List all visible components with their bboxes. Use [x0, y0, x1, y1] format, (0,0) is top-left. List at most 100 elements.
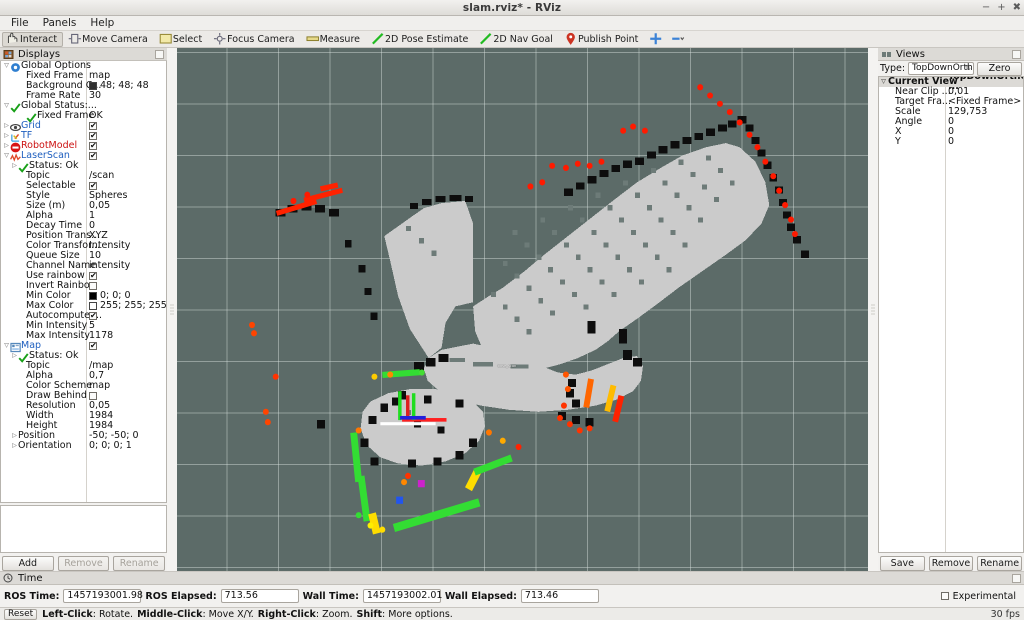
- render-viewport[interactable]: base_scan: [177, 48, 868, 571]
- chevron-right-icon[interactable]: ▷: [11, 161, 18, 171]
- menu-item-help[interactable]: Help: [83, 16, 121, 31]
- color-swatch[interactable]: [89, 302, 97, 310]
- tool-measure-button[interactable]: Measure: [302, 32, 366, 47]
- chevron-right-icon[interactable]: ▷: [11, 431, 18, 441]
- experimental-checkbox[interactable]: [941, 592, 949, 600]
- chevron-right-icon[interactable]: ▷: [11, 351, 18, 361]
- hint-text: : Rotate.: [93, 609, 133, 620]
- tool-minus-dropdown-button[interactable]: [667, 32, 688, 47]
- chevron-down-icon[interactable]: ▽: [3, 151, 10, 161]
- measure-icon: [306, 32, 317, 46]
- views-float-button[interactable]: [1012, 50, 1021, 59]
- tf-frame-label: base_scan: [498, 364, 517, 368]
- display-enable-checkbox[interactable]: [89, 392, 97, 400]
- time-field-label: ROS Time:: [4, 591, 59, 602]
- display-enable-checkbox[interactable]: [89, 132, 97, 140]
- views-panel: Views Type: TopDownOrtho Zero ▽Current V…: [878, 48, 1024, 571]
- tool-select-button[interactable]: Select: [155, 32, 208, 47]
- remove-display-button[interactable]: Remove: [58, 556, 110, 571]
- hint-text: : Zoom.: [316, 609, 353, 620]
- tool-label: 2D Nav Goal: [493, 34, 553, 45]
- zero-button[interactable]: Zero: [977, 62, 1022, 76]
- display-row-value: [89, 132, 97, 140]
- display-enable-checkbox[interactable]: [89, 182, 97, 190]
- reset-button[interactable]: Reset: [4, 609, 37, 620]
- time-field-input[interactable]: 1457193001.98: [63, 589, 141, 603]
- close-icon[interactable]: ✖: [1013, 3, 1021, 13]
- display-value-text: /scan: [89, 171, 114, 181]
- display-row-value: [89, 182, 97, 190]
- time-field-input[interactable]: 713.56: [221, 589, 299, 603]
- display-value-text: OK: [89, 111, 103, 121]
- display-row-value: 0; 0; 0; 1: [89, 441, 132, 451]
- publish-point-icon: [564, 32, 575, 46]
- time-field-label: ROS Elapsed:: [145, 591, 216, 602]
- remove-view-button[interactable]: Remove: [929, 556, 974, 571]
- display-enable-checkbox[interactable]: [89, 312, 97, 320]
- display-row[interactable]: ▽Map: [1, 341, 166, 351]
- color-swatch[interactable]: [89, 82, 97, 90]
- check-icon: [10, 102, 19, 111]
- chevron-right-icon[interactable]: ▷: [3, 131, 10, 141]
- hand-icon: [6, 32, 17, 46]
- time-field-input[interactable]: 713.46: [521, 589, 599, 603]
- occupancy-grid-map: [177, 48, 868, 571]
- rename-view-button[interactable]: Rename: [977, 556, 1022, 571]
- left-splitter[interactable]: [167, 48, 177, 571]
- menu-item-file[interactable]: File: [4, 16, 36, 31]
- view-type-select[interactable]: TopDownOrtho: [908, 62, 974, 75]
- tool-move-camera-button[interactable]: Move Camera: [64, 32, 154, 47]
- display-row-value: intensity: [89, 261, 130, 271]
- display-row[interactable]: ▽LaserScan: [1, 151, 166, 161]
- display-row-value: [89, 312, 97, 320]
- views-panel-title: Views: [896, 49, 925, 60]
- display-row[interactable]: ▷Orientation0; 0; 0; 1: [1, 441, 166, 451]
- display-enable-checkbox[interactable]: [89, 342, 97, 350]
- display-row-value: [89, 392, 97, 400]
- view-property-row[interactable]: Y0: [879, 137, 1023, 147]
- pose-estimate-icon: [371, 32, 382, 46]
- view-property-value: 0: [948, 137, 954, 147]
- tool-focus-camera-button[interactable]: Focus Camera: [209, 32, 300, 47]
- displays-float-button[interactable]: [155, 50, 164, 59]
- add-display-button[interactable]: Add: [2, 556, 54, 571]
- color-swatch[interactable]: [89, 292, 97, 300]
- display-enable-checkbox[interactable]: [89, 152, 97, 160]
- right-splitter[interactable]: [868, 48, 878, 571]
- minimize-icon[interactable]: −: [982, 3, 990, 13]
- display-enable-checkbox[interactable]: [89, 272, 97, 280]
- time-field-input[interactable]: 1457193002.01: [363, 589, 441, 603]
- chevron-down-icon[interactable]: ▽: [879, 77, 888, 87]
- tool-2d-nav-goal-button[interactable]: 2D Nav Goal: [475, 32, 559, 47]
- hint-text: : Move X/Y.: [202, 609, 253, 620]
- tool-2d-pose-estimate-button[interactable]: 2D Pose Estimate: [367, 32, 474, 47]
- time-fields-row: ROS Time: 1457193001.98 ROS Elapsed: 713.56…: [0, 585, 1024, 607]
- displays-icon: [3, 49, 14, 60]
- tool-publish-point-button[interactable]: Publish Point: [560, 32, 644, 47]
- time-float-button[interactable]: [1012, 574, 1021, 583]
- display-row-value: [89, 122, 97, 130]
- chevron-right-icon[interactable]: ▷: [3, 121, 10, 131]
- chevron-down-icon[interactable]: ▽: [3, 101, 10, 111]
- display-enable-checkbox[interactable]: [89, 282, 97, 290]
- views-tree[interactable]: ▽Current ViewTopDownOrtho ...Near Clip .…: [878, 76, 1024, 553]
- chevron-right-icon[interactable]: ▷: [3, 141, 10, 151]
- displays-tree[interactable]: ▽Global OptionsFixed FramemapBackground …: [0, 61, 167, 503]
- display-enable-checkbox[interactable]: [89, 122, 97, 130]
- chevron-down-icon[interactable]: ▽: [3, 61, 10, 71]
- chevron-down-icon[interactable]: ▽: [3, 341, 10, 351]
- display-enable-checkbox[interactable]: [89, 142, 97, 150]
- hint-key: Middle-Click: [137, 609, 202, 620]
- tool-plus-button[interactable]: [645, 32, 666, 47]
- save-view-button[interactable]: Save: [880, 556, 925, 571]
- tool-interact-button[interactable]: Interact: [2, 32, 63, 47]
- chevron-right-icon[interactable]: ▷: [11, 441, 18, 451]
- displays-panel: Displays ▽Global OptionsFixed FramemapBa…: [0, 48, 167, 571]
- display-row-value: [89, 272, 97, 280]
- plus-icon: [649, 32, 660, 46]
- maximize-icon[interactable]: +: [997, 3, 1005, 13]
- menu-item-panels[interactable]: Panels: [36, 16, 84, 31]
- rename-display-button[interactable]: Rename: [113, 556, 165, 571]
- main-area: Displays ▽Global OptionsFixed FramemapBa…: [0, 48, 1024, 571]
- laserscan-icon: [10, 152, 19, 161]
